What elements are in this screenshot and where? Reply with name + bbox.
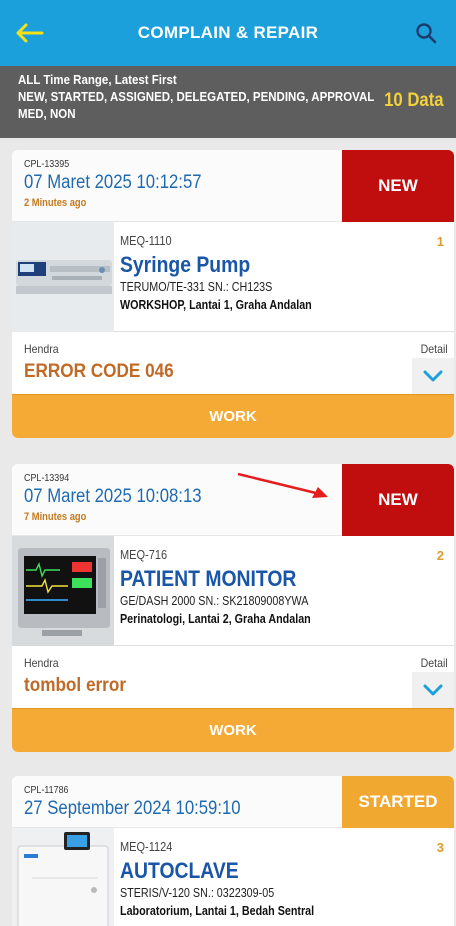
ticket-date: 07 Maret 2025 10:08:13 xyxy=(24,486,202,507)
equipment-info[interactable]: MEQ-1124 3 AUTOCLAVE STERIS/V-120 SN.: 0… xyxy=(12,828,454,926)
problem-description: tombol error xyxy=(24,674,127,696)
equipment-model: TERUMO/TE-331 SN.: CH123S xyxy=(120,280,273,294)
app-header: COMPLAIN & REPAIR xyxy=(0,0,456,66)
equipment-image xyxy=(12,536,114,646)
equipment-name: Syringe Pump xyxy=(120,252,251,277)
ticket-list[interactable]: CPL-13395 07 Maret 2025 10:12:57 2 Minut… xyxy=(0,138,456,926)
equipment-model: STERIS/V-120 SN.: 0322309-05 xyxy=(120,886,275,900)
ticket-card[interactable]: CPL-11786 27 September 2024 10:59:10 STA… xyxy=(12,776,454,926)
ticket-card[interactable]: CPL-13394 07 Maret 2025 10:08:13 7 Minut… xyxy=(12,464,454,752)
ticket-number: 1 xyxy=(436,234,444,249)
page-title: COMPLAIN & REPAIR xyxy=(137,23,319,42)
ticket-age: 2 Minutes ago xyxy=(24,197,87,209)
reporter-name: Hendra xyxy=(24,656,59,670)
search-icon xyxy=(416,23,437,44)
search-button[interactable] xyxy=(396,0,456,66)
filter-range: ALL Time Range, Latest First xyxy=(18,73,177,87)
equipment-info[interactable]: MEQ-1110 1 Syringe Pump TERUMO/TE-331 SN… xyxy=(12,222,454,332)
equipment-image xyxy=(12,222,114,332)
issue-section: Hendra ERROR CODE 046 Detail xyxy=(12,332,454,394)
ticket-id: CPL-13394 xyxy=(24,472,70,484)
detail-label: Detail xyxy=(420,656,448,670)
annotation-arrow-icon xyxy=(237,472,328,498)
equipment-name: PATIENT MONITOR xyxy=(120,566,297,591)
filter-categories: MED, NON xyxy=(18,107,76,121)
detail-label: Detail xyxy=(420,342,448,356)
ticket-id: CPL-13395 xyxy=(24,158,70,170)
ticket-date: 07 Maret 2025 10:12:57 xyxy=(24,172,202,193)
reporter-name: Hendra xyxy=(24,342,59,356)
detail-expand-button[interactable] xyxy=(412,672,454,708)
issue-section: Hendra tombol error Detail xyxy=(12,646,454,708)
equipment-image xyxy=(12,828,114,926)
filter-statuses: NEW, STARTED, ASSIGNED, DELEGATED, PENDI… xyxy=(18,90,375,104)
ticket-date: 27 September 2024 10:59:10 xyxy=(24,798,241,819)
ticket-header: CPL-13395 07 Maret 2025 10:12:57 2 Minut… xyxy=(12,150,454,222)
equipment-code: MEQ-1110 xyxy=(120,234,172,248)
back-button[interactable] xyxy=(0,0,60,66)
chevron-down-icon xyxy=(423,684,443,696)
equipment-name: AUTOCLAVE xyxy=(120,858,239,883)
equipment-location: Perinatologi, Lantai 2, Graha Andalan xyxy=(120,612,311,626)
equipment-code: MEQ-716 xyxy=(120,548,168,562)
ticket-card[interactable]: CPL-13395 07 Maret 2025 10:12:57 2 Minut… xyxy=(12,150,454,438)
ticket-header: CPL-11786 27 September 2024 10:59:10 STA… xyxy=(12,776,454,828)
work-button[interactable]: WORK xyxy=(12,708,454,752)
ticket-header: CPL-13394 07 Maret 2025 10:08:13 7 Minut… xyxy=(12,464,454,536)
equipment-info[interactable]: MEQ-716 2 PATIENT MONITOR GE/DASH 2000 S… xyxy=(12,536,454,646)
ticket-id: CPL-11786 xyxy=(24,784,69,796)
equipment-model: GE/DASH 2000 SN.: SK21809008YWA xyxy=(120,594,309,608)
filter-summary[interactable]: ALL Time Range, Latest First NEW, STARTE… xyxy=(0,66,456,138)
equipment-location: Laboratorium, Lantai 1, Bedah Sentral xyxy=(120,904,315,918)
status-badge: NEW xyxy=(342,150,454,222)
problem-description: ERROR CODE 046 xyxy=(24,360,174,382)
equipment-code: MEQ-1124 xyxy=(120,840,173,854)
ticket-number: 3 xyxy=(436,840,444,855)
status-badge: NEW xyxy=(342,464,454,536)
filter-description: ALL Time Range, Latest First NEW, STARTE… xyxy=(18,72,375,123)
equipment-location: WORKSHOP, Lantai 1, Graha Andalan xyxy=(120,298,312,312)
work-button[interactable]: WORK xyxy=(12,394,454,438)
result-count: 10 Data xyxy=(384,90,444,111)
chevron-down-icon xyxy=(423,370,443,382)
detail-expand-button[interactable] xyxy=(412,358,454,394)
status-badge: STARTED xyxy=(342,776,454,828)
arrow-left-icon xyxy=(16,23,44,43)
ticket-age: 7 Minutes ago xyxy=(24,511,87,523)
ticket-number: 2 xyxy=(436,548,444,563)
